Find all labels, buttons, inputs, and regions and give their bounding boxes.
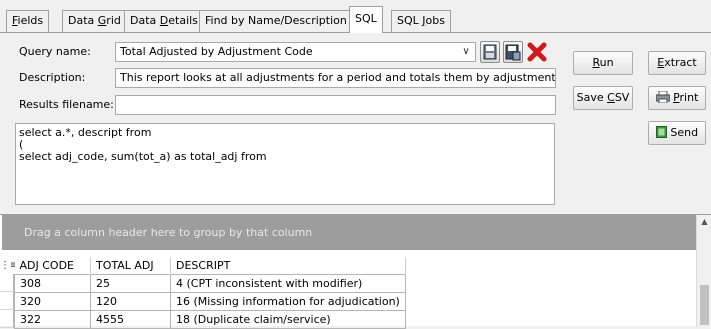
tab-sql-jobs[interactable]: SQL Jobs — [391, 10, 451, 32]
tab-find-by-name[interactable]: Find by Name/Description — [199, 10, 353, 32]
row-indicator[interactable] — [0, 310, 14, 328]
scroll-up-icon[interactable]: ▲ — [697, 217, 711, 229]
cell-total-adj[interactable]: 25 — [90, 273, 171, 293]
results-table: ADJ CODE TOTAL ADJ DESCRIPT 308 25 4 (CP… — [14, 257, 406, 329]
results-filename-field[interactable] — [115, 95, 556, 115]
delete-query-icon[interactable] — [526, 41, 547, 63]
column-chooser-icon[interactable]: ⋮≡ — [0, 257, 18, 274]
save-as-query-icon[interactable] — [503, 41, 523, 63]
row-indicator[interactable] — [0, 292, 14, 310]
table-row[interactable]: 322 4555 18 (Duplicate claim/service) — [14, 309, 406, 329]
cell-adj-code[interactable]: 320 — [14, 291, 91, 311]
tab-fields[interactable]: Fields — [6, 10, 50, 32]
query-name-combo[interactable]: Total Adjusted by Adjustment Code ∨ — [115, 42, 476, 62]
tab-data-grid[interactable]: Data Grid — [62, 10, 127, 32]
column-header-descript[interactable]: DESCRIPT — [170, 257, 406, 274]
row-indicator-column: ⋮≡ — [0, 257, 18, 328]
table-row[interactable]: 320 120 16 (Missing information for adju… — [14, 291, 406, 311]
column-header-adj-code[interactable]: ADJ CODE — [14, 257, 91, 274]
save-csv-button[interactable]: Save CSV — [573, 86, 633, 110]
tab-data-details[interactable]: Data Details — [124, 10, 204, 32]
table-row[interactable]: 308 25 4 (CPT inconsistent with modifier… — [14, 273, 406, 293]
extract-button[interactable]: Extract — [648, 51, 706, 75]
query-name-label: Query name: — [19, 45, 91, 58]
save-query-icon[interactable] — [480, 41, 500, 63]
cell-descript[interactable]: 16 (Missing information for adjudication… — [170, 291, 406, 311]
row-indicator[interactable] — [0, 274, 14, 292]
description-label: Description: — [19, 71, 86, 84]
printer-icon — [655, 90, 671, 104]
cell-total-adj[interactable]: 120 — [90, 291, 171, 311]
description-field[interactable]: This report looks at all adjustments for… — [115, 68, 556, 88]
query-name-value: Total Adjusted by Adjustment Code — [120, 45, 313, 58]
send-icon — [655, 126, 667, 138]
vertical-scrollbar[interactable]: ▲ — [696, 215, 711, 327]
group-by-area[interactable]: Drag a column header here to group by th… — [2, 215, 696, 250]
scrollbar-thumb[interactable] — [700, 285, 709, 325]
tab-sql[interactable]: SQL — [349, 6, 383, 33]
description-value: This report looks at all adjustments for… — [120, 71, 556, 84]
print-button[interactable]: Print — [648, 86, 706, 110]
cell-adj-code[interactable]: 322 — [14, 309, 91, 329]
cell-descript[interactable]: 4 (CPT inconsistent with modifier) — [170, 273, 406, 293]
sql-panel: Query name: Total Adjusted by Adjustment… — [0, 33, 711, 329]
tab-strip: Fields Data Grid Data Details Find by Na… — [0, 0, 711, 33]
sql-editor[interactable]: select a.*, descript from ( select adj_c… — [15, 123, 555, 205]
column-header-total-adj[interactable]: TOTAL ADJ — [90, 257, 171, 274]
send-button[interactable]: Send — [648, 121, 706, 145]
cell-total-adj[interactable]: 4555 — [90, 309, 171, 329]
results-filename-label: Results filename: — [19, 98, 114, 111]
results-grid: Drag a column header here to group by th… — [0, 214, 711, 329]
chevron-down-icon[interactable]: ∨ — [459, 43, 473, 61]
cell-descript[interactable]: 18 (Duplicate claim/service) — [170, 309, 406, 329]
cell-adj-code[interactable]: 308 — [14, 273, 91, 293]
run-button[interactable]: Run — [573, 51, 633, 75]
